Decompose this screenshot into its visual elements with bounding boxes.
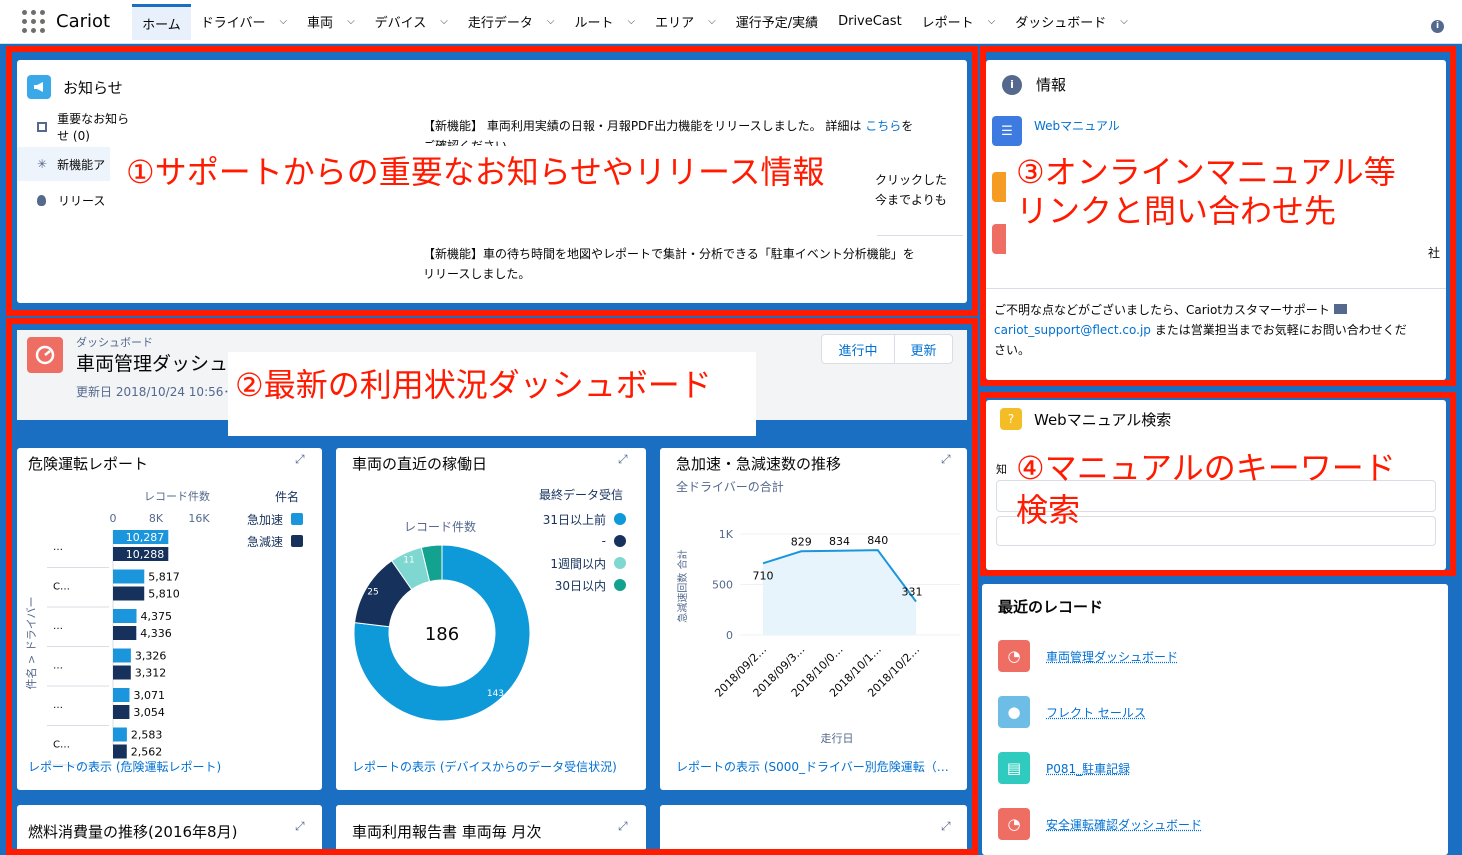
annotation-box-3 — [980, 46, 1456, 386]
nav-item[interactable]: ホーム — [132, 3, 191, 40]
chevron-down-icon[interactable]: ⌵ — [440, 16, 448, 27]
dashboard-icon: ◔ — [998, 808, 1030, 840]
recent-records-title: 最近のレコード — [998, 598, 1104, 616]
recent-records-card: 最近のレコード ◔ 車両管理ダッシュボード ● フレクト セールス ▤ P081_駐車記録… — [982, 584, 1448, 855]
recent-records-list: ◔ 車両管理ダッシュボード ● フレクト セールス ▤ P081_駐車記録 ◔ 安全運転確認ダ… — [998, 628, 1438, 852]
nav-item[interactable]: ドライバー ⌵ — [191, 4, 297, 40]
annotation-box-4 — [980, 392, 1456, 576]
nav-item-label: ルート — [574, 16, 614, 31]
recent-record-link[interactable]: 車両管理ダッシュボード — [1046, 648, 1178, 665]
nav-item[interactable]: 車両 ⌵ — [297, 4, 365, 40]
nav-item[interactable]: レポート ⌵ — [912, 4, 1006, 40]
nav-items: ホーム ドライバー ⌵ 車両 ⌵ デバイス ⌵ 走行データ ⌵ ルート ⌵ エリア ⌵ 運行予定/実績 Dr… — [132, 0, 1138, 44]
chevron-down-icon[interactable]: ⌵ — [279, 16, 287, 27]
nav-item-label: 車両 — [307, 16, 334, 31]
recent-record-link[interactable]: P081_駐車記録 — [1046, 760, 1130, 777]
nav-item[interactable]: ダッシュボード ⌵ — [1005, 4, 1138, 40]
nav-item-label: エリア — [655, 16, 695, 31]
recent-record-item[interactable]: ◔ 車両管理ダッシュボード — [998, 628, 1438, 684]
chevron-down-icon[interactable]: ⌵ — [347, 16, 355, 27]
recent-record-item[interactable]: ▤ P081_駐車記録 — [998, 740, 1438, 796]
chevron-down-icon[interactable]: ⌵ — [547, 16, 555, 27]
nav-item-label: ダッシュボード — [1015, 16, 1107, 31]
nav-item-label: ドライバー — [200, 16, 266, 31]
annotation-box-2 — [6, 318, 978, 855]
app-launcher-icon[interactable] — [22, 9, 46, 34]
chevron-down-icon[interactable]: ⌵ — [1120, 16, 1128, 27]
user-icon: ● — [998, 696, 1030, 728]
nav-item[interactable]: エリア ⌵ — [645, 4, 726, 40]
nav-item[interactable]: 走行データ ⌵ — [458, 4, 565, 40]
chevron-down-icon[interactable]: ⌵ — [988, 16, 996, 27]
nav-item[interactable]: DriveCast — [828, 4, 912, 40]
info-icon[interactable]: i — [1431, 20, 1444, 33]
nav-item-label: ホーム — [142, 17, 181, 33]
nav-item-label: 運行予定/実績 — [735, 16, 819, 31]
recent-record-link[interactable]: 安全運転確認ダッシュボード — [1046, 816, 1202, 833]
nav-item[interactable]: 運行予定/実績 — [726, 4, 828, 40]
chevron-down-icon[interactable]: ⌵ — [628, 16, 636, 27]
recent-record-item[interactable]: ● フレクト セールス — [998, 684, 1438, 740]
recent-record-item[interactable]: ◔ 安全運転確認ダッシュボード — [998, 796, 1438, 852]
top-navigation: Cariot ホーム ドライバー ⌵ 車両 ⌵ デバイス ⌵ 走行データ ⌵ ルート ⌵ エリア ⌵ 運行… — [0, 0, 1462, 44]
report-icon: ▤ — [998, 752, 1030, 784]
nav-item-label: DriveCast — [838, 14, 902, 29]
nav-item[interactable]: ルート ⌵ — [564, 4, 645, 40]
nav-item-label: レポート — [921, 16, 974, 31]
annotation-box-1 — [6, 46, 978, 316]
app-name: Cariot — [56, 11, 111, 32]
recent-record-link[interactable]: フレクト セールス — [1046, 704, 1146, 721]
chevron-down-icon[interactable]: ⌵ — [708, 16, 716, 27]
dashboard-icon: ◔ — [998, 640, 1030, 672]
nav-item-label: 走行データ — [467, 16, 533, 31]
nav-item[interactable]: デバイス ⌵ — [365, 4, 458, 40]
nav-item-label: デバイス — [374, 16, 427, 31]
